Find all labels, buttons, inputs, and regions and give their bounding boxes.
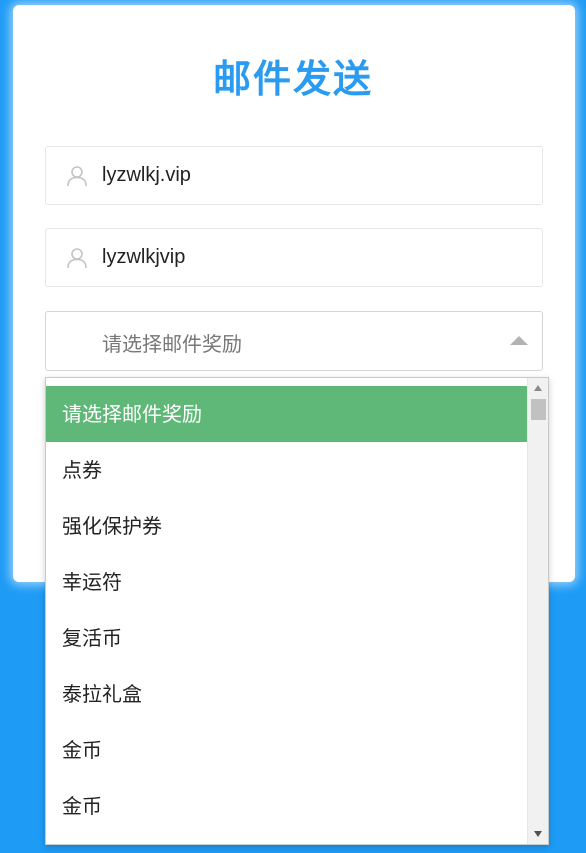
account-field[interactable]: [45, 146, 543, 205]
user-icon: [67, 248, 87, 269]
reward-option[interactable]: 金币: [46, 778, 528, 834]
scroll-down-arrow-icon[interactable]: [534, 831, 542, 837]
reward-select[interactable]: 请选择邮件奖励: [45, 311, 543, 371]
role-field[interactable]: [45, 228, 543, 287]
reward-option[interactable]: 金币: [46, 722, 528, 778]
reward-option[interactable]: 请选择邮件奖励: [46, 386, 528, 442]
user-icon: [67, 166, 87, 187]
reward-option[interactable]: 复活币: [46, 610, 528, 666]
dropdown-scrollbar[interactable]: [527, 378, 548, 844]
reward-select-value: 请选择邮件奖励: [102, 332, 242, 356]
reward-dropdown-list[interactable]: 请选择邮件奖励 点券 强化保护券 幸运符 复活币 泰拉礼盒 金币 金币: [45, 377, 549, 845]
role-input[interactable]: [102, 229, 522, 286]
account-input[interactable]: [102, 147, 522, 204]
reward-option[interactable]: 强化保护券: [46, 498, 528, 554]
page-title: 邮件发送: [212, 57, 373, 101]
caret-up-icon[interactable]: [510, 336, 528, 345]
scrollbar-thumb[interactable]: [531, 399, 546, 420]
page: 邮件发送 请选择邮件奖励 请选择邮件奖励 点券 强化保护券 幸运符 复活币 泰拉…: [0, 0, 586, 853]
reward-option[interactable]: 泰拉礼盒: [46, 666, 528, 722]
reward-option[interactable]: 幸运符: [46, 554, 528, 610]
scroll-up-arrow-icon[interactable]: [534, 385, 542, 391]
reward-option[interactable]: 点券: [46, 442, 528, 498]
reward-options: 请选择邮件奖励 点券 强化保护券 幸运符 复活币 泰拉礼盒 金币 金币: [46, 386, 528, 834]
